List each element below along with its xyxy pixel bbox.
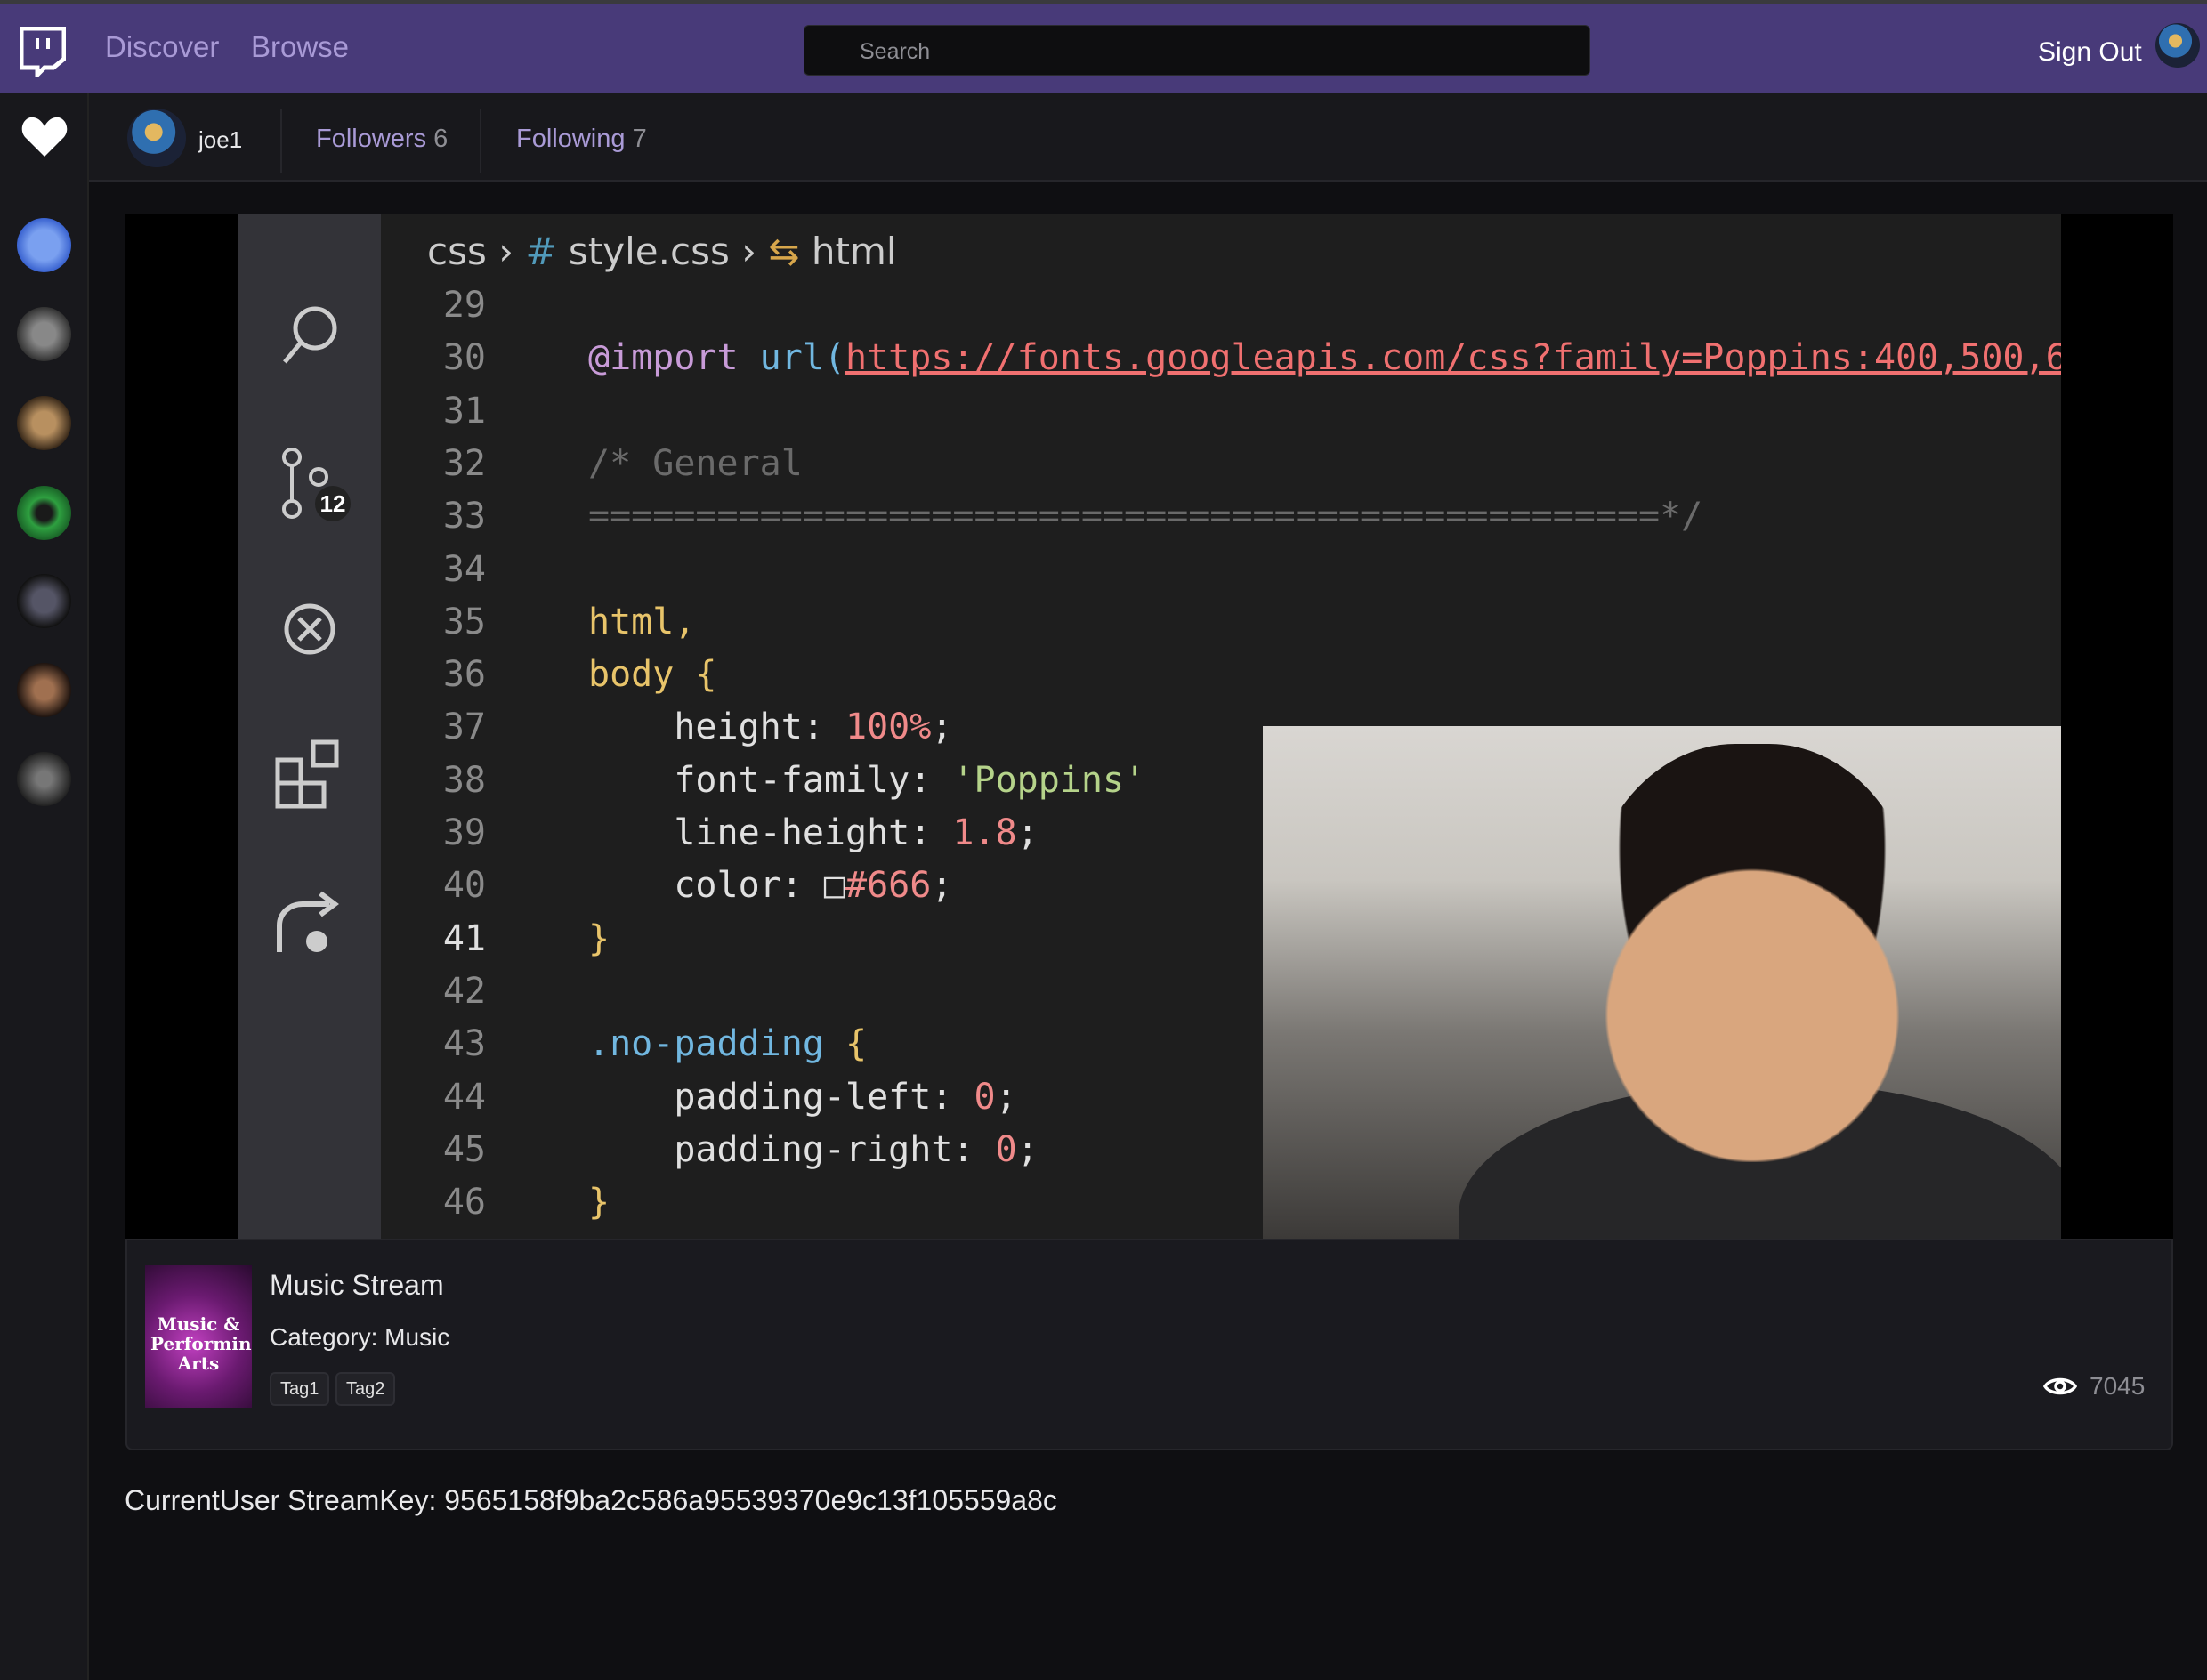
crumb-folder: css bbox=[427, 230, 487, 273]
followers-link[interactable]: Followers 6 bbox=[316, 125, 448, 154]
line-number: 35 bbox=[442, 601, 486, 642]
source-control-icon: 12 bbox=[282, 448, 351, 521]
code-line: padding-right: 0; bbox=[588, 1129, 1039, 1170]
code-area: 29 30 31 32 33 34 35 36 37 38 39 40 41 42 43 44 45 46 @im… bbox=[381, 279, 2061, 1229]
following-label: Following bbox=[516, 125, 626, 153]
code-line: font-family: 'Poppins' bbox=[588, 760, 1146, 801]
line-number: 33 bbox=[442, 496, 486, 537]
sign-out-button[interactable]: Sign Out bbox=[2038, 37, 2142, 68]
line-number: 36 bbox=[442, 654, 486, 696]
line-number: 39 bbox=[442, 812, 486, 853]
code-line: } bbox=[588, 918, 610, 959]
video-player[interactable]: 12 css › # style.css › ⇆ html 29 30 31 32 33… bbox=[125, 214, 2173, 1239]
search-placeholder: Search bbox=[860, 39, 931, 64]
code-line: .no-padding { bbox=[588, 1023, 868, 1064]
stream-title: Music Stream bbox=[270, 1269, 444, 1301]
user-avatar[interactable] bbox=[2155, 23, 2200, 68]
sidebar-channel-avatar[interactable] bbox=[17, 752, 71, 806]
video-frame-code-editor: 12 css › # style.css › ⇆ html 29 30 31 32 33… bbox=[238, 214, 2061, 1239]
sidebar-channel-avatar[interactable] bbox=[17, 663, 71, 717]
stream-info-card: Music & Performing Arts Music Stream Cat… bbox=[125, 1239, 2173, 1450]
editor-breadcrumb: css › # style.css › ⇆ html bbox=[427, 230, 897, 273]
tag[interactable]: Tag2 bbox=[335, 1372, 396, 1406]
line-number: 44 bbox=[442, 1076, 486, 1118]
line-number: 40 bbox=[442, 865, 486, 907]
debug-icon bbox=[284, 603, 335, 655]
eye-icon bbox=[2043, 1377, 2077, 1395]
following-link[interactable]: Following 7 bbox=[516, 125, 647, 154]
search-icon bbox=[283, 306, 337, 364]
line-number: 42 bbox=[442, 970, 486, 1012]
line-number: 37 bbox=[442, 707, 486, 748]
css-file-icon: # bbox=[525, 230, 557, 273]
search-input[interactable]: Search bbox=[804, 25, 1590, 76]
line-number: 41 bbox=[442, 917, 486, 959]
editor-activity-bar: 12 bbox=[238, 214, 381, 1239]
divider bbox=[480, 109, 481, 173]
sidebar-channel-avatar[interactable] bbox=[17, 574, 71, 628]
code-line: body { bbox=[588, 654, 717, 695]
stream-category[interactable]: Category: Music bbox=[270, 1323, 449, 1352]
code-line: html, bbox=[588, 602, 696, 642]
code-line: /* General bbox=[588, 443, 803, 484]
viewer-count: 7045 bbox=[2090, 1372, 2146, 1400]
line-number: 31 bbox=[442, 390, 486, 432]
line-number: 29 bbox=[442, 285, 486, 326]
line-number: 46 bbox=[442, 1182, 486, 1224]
sidebar-channel-avatar[interactable] bbox=[17, 307, 71, 361]
line-number: 30 bbox=[442, 337, 486, 379]
code-line: ========================================… bbox=[588, 496, 1703, 537]
twitch-logo-icon[interactable] bbox=[20, 27, 66, 77]
thumbnail-text: Music & Performing Arts bbox=[150, 1313, 252, 1374]
code-line: height: 100%; bbox=[588, 707, 953, 747]
followers-count: 6 bbox=[433, 125, 449, 153]
divider bbox=[280, 109, 282, 173]
code-line: padding-left: 0; bbox=[588, 1077, 1017, 1118]
nav-discover[interactable]: Discover bbox=[105, 30, 219, 64]
scm-badge: 12 bbox=[320, 490, 346, 517]
followers-label: Followers bbox=[316, 125, 427, 153]
heart-icon[interactable] bbox=[21, 116, 68, 158]
line-number: 32 bbox=[442, 442, 486, 484]
line-number: 45 bbox=[442, 1128, 486, 1170]
webcam-overlay bbox=[1263, 726, 2061, 1239]
following-count: 7 bbox=[632, 125, 647, 153]
extensions-icon bbox=[275, 739, 339, 809]
line-number: 38 bbox=[442, 759, 486, 801]
nav-browse[interactable]: Browse bbox=[251, 30, 349, 64]
remote-explorer-icon bbox=[277, 891, 339, 952]
top-navbar: Discover Browse Search Sign Out bbox=[0, 4, 2207, 93]
crumb-symbol: html bbox=[811, 230, 897, 273]
category-thumbnail[interactable]: Music & Performing Arts bbox=[145, 1265, 252, 1408]
sidebar-channel-avatar[interactable] bbox=[17, 218, 71, 272]
code-line: } bbox=[588, 1182, 610, 1223]
code-line: color: □#666; bbox=[588, 865, 953, 906]
sidebar-channel-avatar[interactable] bbox=[17, 486, 71, 540]
stream-key: CurrentUser StreamKey: 9565158f9ba2c586a… bbox=[125, 1484, 1057, 1516]
sidebar-channel-avatar[interactable] bbox=[17, 396, 71, 450]
code-line: line-height: 1.8; bbox=[588, 812, 1039, 853]
crumb-file: style.css bbox=[568, 230, 730, 273]
profile-avatar bbox=[127, 109, 186, 167]
line-number: 43 bbox=[442, 1023, 486, 1065]
code-line: @import url(https://fonts.googleapis.com… bbox=[588, 337, 2061, 378]
line-number: 34 bbox=[442, 548, 486, 590]
username: joe1 bbox=[198, 126, 243, 153]
tag[interactable]: Tag1 bbox=[270, 1372, 330, 1406]
